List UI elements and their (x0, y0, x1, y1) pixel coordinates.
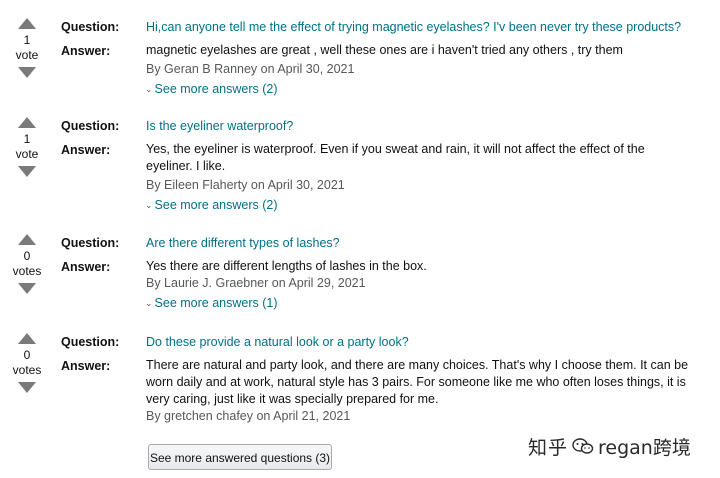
answer-line: eyeliner. I like. (146, 159, 226, 173)
answer-byline: By Geran B Ranney on April 30, 2021 (146, 62, 355, 76)
question-label: Question: (61, 119, 120, 133)
watermark: 知乎 regan跨境 (528, 432, 691, 460)
question-link[interactable]: Is the eyeliner waterproof? (146, 119, 293, 133)
vote-label: votes (12, 363, 42, 377)
question-link[interactable]: Do these provide a natural look or a par… (146, 335, 409, 349)
vote-count: 0 (23, 348, 31, 362)
upvote-arrow-icon[interactable] (18, 18, 36, 29)
question-label: Question: (61, 236, 120, 250)
answer-text: Yes, the eyeliner is waterproof. Even if… (146, 141, 691, 175)
answer-byline: By gretchen chafey on April 21, 2021 (146, 409, 351, 423)
vote-count: 1 (23, 33, 31, 47)
answer-label: Answer: (61, 359, 111, 373)
downvote-arrow-icon[interactable] (18, 283, 36, 294)
upvote-arrow-icon[interactable] (18, 333, 36, 344)
watermark-account-text: regan跨境 (598, 436, 691, 459)
upvote-arrow-icon[interactable] (18, 234, 36, 245)
answer-line: very caring, just like it was specially … (146, 392, 439, 406)
watermark-site-text: 知乎 (528, 436, 569, 459)
answer-text: There are natural and party look, and th… (146, 357, 691, 408)
chevron-down-icon: ⌄ (145, 200, 153, 210)
answer-label: Answer: (61, 260, 111, 274)
question-link[interactable]: Hi,can anyone tell me the effect of tryi… (146, 20, 681, 34)
answer-byline: By Eileen Flaherty on April 30, 2021 (146, 178, 345, 192)
question-label: Question: (61, 20, 120, 34)
chevron-down-icon: ⌄ (145, 84, 153, 94)
see-more-answers-link[interactable]: ⌄ See more answers (2) (145, 82, 278, 96)
see-more-answered-questions-button[interactable]: See more answered questions (3) (148, 444, 332, 470)
answer-line: Yes there are different lengths of lashe… (146, 259, 427, 273)
answer-label: Answer: (61, 44, 111, 58)
answer-text: magnetic eyelashes are great , well thes… (146, 42, 691, 59)
see-more-answers-link[interactable]: ⌄ See more answers (2) (145, 198, 278, 212)
vote-widget: 0 votes (8, 333, 46, 393)
answer-line: Yes, the eyeliner is waterproof. Even if… (146, 142, 645, 156)
downvote-arrow-icon[interactable] (18, 166, 36, 177)
answer-line: magnetic eyelashes are great , well thes… (146, 43, 623, 57)
vote-count: 0 (23, 249, 31, 263)
wechat-logo-icon (572, 438, 594, 454)
downvote-arrow-icon[interactable] (18, 382, 36, 393)
vote-widget: 1 vote (8, 117, 46, 177)
see-more-answers-label: See more answers (2) (154, 82, 278, 96)
upvote-arrow-icon[interactable] (18, 117, 36, 128)
answer-byline: By Laurie J. Graebner on April 29, 2021 (146, 276, 366, 290)
vote-label: vote (15, 48, 39, 62)
see-more-answers-link[interactable]: ⌄ See more answers (1) (145, 296, 278, 310)
answer-label: Answer: (61, 143, 111, 157)
see-more-answers-label: See more answers (1) (154, 296, 278, 310)
question-link[interactable]: Are there different types of lashes? (146, 236, 340, 250)
answer-line: worn daily and at work, natural style ha… (146, 375, 686, 389)
answer-line: There are natural and party look, and th… (146, 358, 689, 372)
see-more-answers-label: See more answers (2) (154, 198, 278, 212)
question-label: Question: (61, 335, 120, 349)
vote-widget: 1 vote (8, 18, 46, 78)
vote-count: 1 (23, 132, 31, 146)
answer-text: Yes there are different lengths of lashe… (146, 258, 691, 275)
vote-label: vote (15, 147, 39, 161)
downvote-arrow-icon[interactable] (18, 67, 36, 78)
vote-label: votes (12, 264, 42, 278)
chevron-down-icon: ⌄ (145, 298, 153, 308)
vote-widget: 0 votes (8, 234, 46, 294)
